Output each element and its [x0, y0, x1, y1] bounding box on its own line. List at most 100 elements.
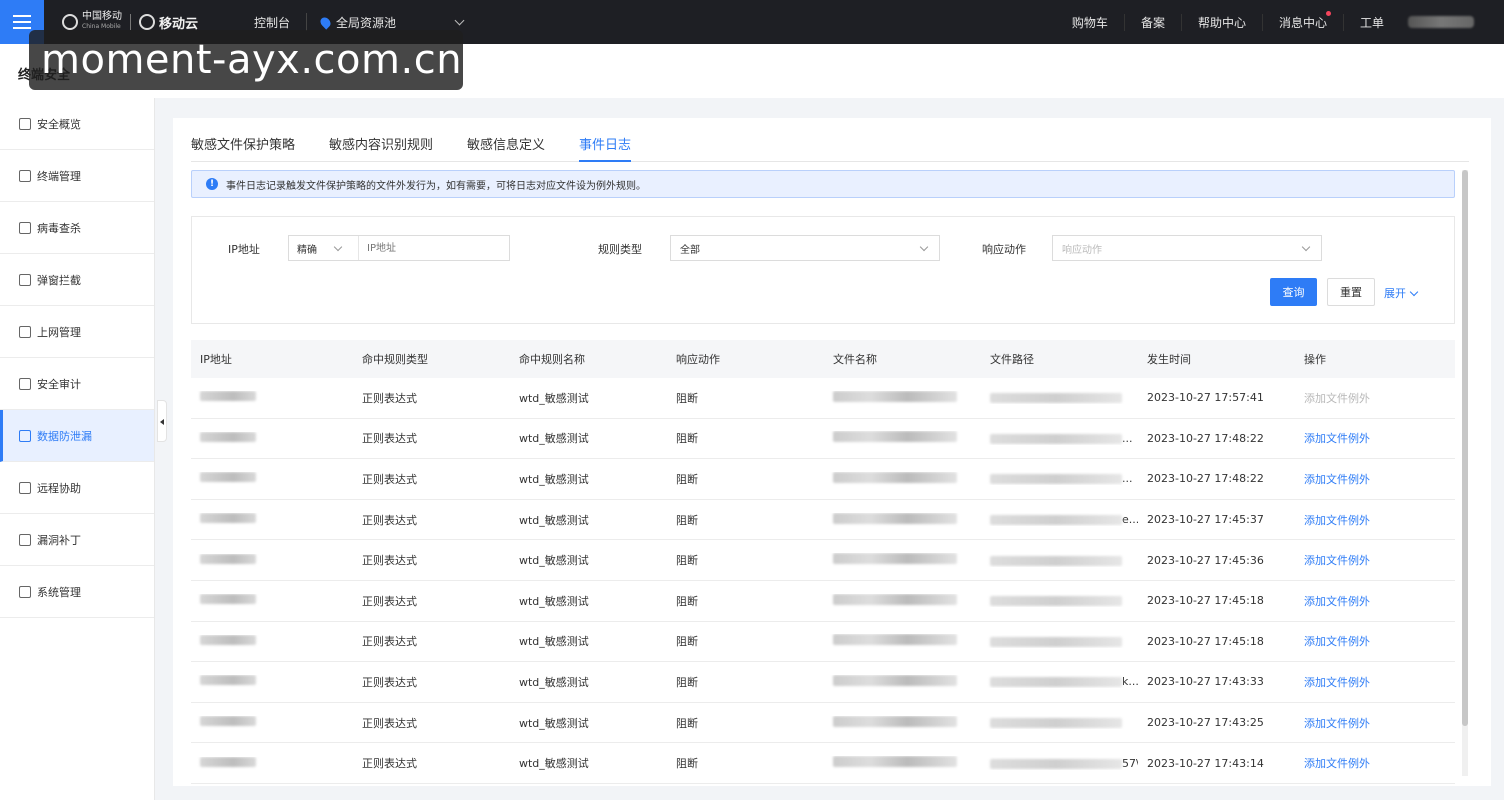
chevron-down-icon — [919, 242, 929, 251]
sidebar-item-terminal-management[interactable]: 终端管理 — [0, 150, 154, 202]
notice-text: 事件日志记录触发文件保护策略的文件外发行为，如有需要，可将日志对应文件设为例外规… — [226, 180, 646, 192]
operation-cell: 添加文件例外 — [1295, 390, 1455, 406]
event-log-table: IP地址 命中规则类型 命中规则名称 响应动作 文件名称 文件路径 发生时间 操… — [191, 340, 1455, 784]
sidebar-item-label: 终端管理 — [37, 169, 81, 183]
query-button[interactable]: 查询 — [1270, 278, 1317, 306]
message-center-link[interactable]: 消息中心 — [1261, 10, 1343, 31]
sidebar-item-label: 漏洞补丁 — [37, 533, 81, 547]
add-file-exception-link[interactable]: 添加文件例外 — [1304, 473, 1370, 486]
file-path-cell — [981, 594, 1138, 607]
file-name-cell — [824, 634, 981, 648]
ip-address-input[interactable] — [359, 237, 509, 259]
region-label: 全局资源池 — [336, 15, 397, 30]
time-cell: 2023-10-27 17:43:33 — [1147, 675, 1264, 689]
add-file-exception-link[interactable]: 添加文件例外 — [1304, 757, 1370, 770]
table-row: 正则表达式 wtd_敏感测试 阻断 2023-10-27 17:45:18 添加文件例外 — [191, 581, 1455, 622]
redacted-file-name — [833, 471, 957, 483]
add-file-exception-link[interactable]: 添加文件例外 — [1304, 514, 1370, 527]
file-path-cell: ... — [981, 472, 1138, 485]
sidebar-item-internet-management[interactable]: 上网管理 — [0, 306, 154, 358]
redacted-file-path — [990, 515, 1122, 526]
file-path-cell: ... — [981, 432, 1138, 445]
sidebar-item-remote-assistance[interactable]: 远程协助 — [0, 462, 154, 514]
cart-link[interactable]: 购物车 — [1056, 14, 1124, 31]
region-selector[interactable]: 全局资源池 — [307, 14, 477, 31]
help-center-link[interactable]: 帮助中心 — [1180, 13, 1262, 31]
add-file-exception-link[interactable]: 添加文件例外 — [1304, 432, 1370, 445]
table-row: 正则表达式 wtd_敏感测试 阻断 2023-10-27 17:57:41 添加文件例外 — [191, 378, 1455, 419]
sidebar-item-label: 弹窗拦截 — [37, 273, 81, 287]
file-name-cell — [824, 553, 981, 567]
terminal-icon — [19, 169, 31, 182]
scrollbar-thumb[interactable] — [1462, 170, 1468, 726]
tab-sensitive-file-policy[interactable]: 敏感文件保护策略 — [191, 132, 295, 162]
top-right-links: 购物车 备案 帮助中心 消息中心 工单 — [1056, 0, 1504, 44]
sidebar-item-vulnerability-patch[interactable]: 漏洞补丁 — [0, 514, 154, 566]
popup-icon — [19, 273, 31, 286]
console-link[interactable]: 控制台 — [238, 14, 306, 31]
column-header-action: 响应动作 — [676, 353, 720, 366]
file-name-cell — [824, 390, 981, 405]
redacted-ip — [200, 391, 256, 402]
tab-content-recognition-rules[interactable]: 敏感内容识别规则 — [329, 132, 433, 162]
response-action-select[interactable]: 响应动作 — [1052, 235, 1322, 261]
vertical-scrollbar[interactable] — [1462, 170, 1468, 776]
redacted-file-path — [990, 718, 1122, 729]
tab-event-log[interactable]: 事件日志 — [579, 132, 632, 162]
sidebar-item-popup-blocking[interactable]: 弹窗拦截 — [0, 254, 154, 306]
add-file-exception-link[interactable]: 添加文件例外 — [1304, 635, 1370, 648]
redacted-file-path — [990, 636, 1122, 647]
add-file-exception-link[interactable]: 添加文件例外 — [1304, 717, 1370, 730]
response-action-placeholder: 响应动作 — [1062, 244, 1102, 256]
file-path-suffix: k... — [1122, 675, 1138, 689]
rule-type-cell: 正则表达式 — [362, 757, 417, 771]
column-header-time: 发生时间 — [1147, 353, 1191, 366]
time-cell: 2023-10-27 17:45:18 — [1147, 634, 1264, 648]
rule-name-cell: wtd_敏感测试 — [519, 594, 589, 608]
china-mobile-logo-icon — [62, 14, 78, 30]
expand-filter-toggle[interactable]: 展开 — [1384, 285, 1419, 301]
time-cell: 2023-10-27 17:48:22 — [1147, 472, 1264, 486]
column-header-ip: IP地址 — [200, 353, 232, 366]
rule-type-cell: 正则表达式 — [362, 675, 417, 689]
redacted-file-path — [990, 596, 1122, 607]
sidebar-item-system-management[interactable]: 系统管理 — [0, 566, 154, 618]
rule-name-cell: wtd_敏感测试 — [519, 472, 589, 486]
filing-link[interactable]: 备案 — [1123, 13, 1181, 31]
sidebar-item-label: 安全概览 — [37, 117, 81, 131]
redacted-file-name — [833, 756, 957, 768]
ip-match-mode-value: 精确 — [297, 244, 317, 256]
rule-type-cell: 正则表达式 — [362, 716, 417, 730]
operation-cell: 添加文件例外 — [1295, 552, 1455, 568]
time-cell: 2023-10-27 17:48:22 — [1147, 431, 1264, 445]
ip-match-mode-select[interactable]: 精确 — [289, 236, 359, 260]
rule-type-select[interactable]: 全部 — [670, 235, 940, 261]
tab-sensitive-info-definition[interactable]: 敏感信息定义 — [467, 132, 545, 162]
add-file-exception-link[interactable]: 添加文件例外 — [1304, 676, 1370, 689]
add-file-exception-link[interactable]: 添加文件例外 — [1304, 554, 1370, 567]
user-account-menu[interactable] — [1408, 16, 1474, 28]
brand-logo[interactable]: 中国移动 China Mobile 移动云 — [62, 12, 198, 32]
sidebar-item-security-audit[interactable]: 安全审计 — [0, 358, 154, 410]
ticket-link[interactable]: 工单 — [1342, 13, 1400, 31]
sidebar-item-virus-scan[interactable]: 病毒查杀 — [0, 202, 154, 254]
tab-bar: 敏感文件保护策略 敏感内容识别规则 敏感信息定义 事件日志 — [191, 132, 1469, 162]
rule-type-cell: 正则表达式 — [362, 554, 417, 568]
ip-cell — [191, 716, 353, 729]
sidebar-item-label: 安全审计 — [37, 377, 81, 391]
redacted-file-name — [833, 634, 957, 646]
monitor-chart-icon — [19, 117, 31, 130]
reset-button[interactable]: 重置 — [1327, 278, 1375, 306]
sidebar-item-label: 病毒查杀 — [37, 221, 81, 235]
sidebar-item-security-overview[interactable]: 安全概览 — [0, 98, 154, 150]
action-cell: 阻断 — [676, 472, 698, 486]
location-pin-icon — [318, 14, 333, 30]
add-file-exception-link[interactable]: 添加文件例外 — [1304, 595, 1370, 608]
time-cell: 2023-10-27 17:57:41 — [1147, 391, 1264, 405]
ip-cell — [191, 634, 353, 648]
sidebar-item-data-leak-prevention[interactable]: 数据防泄漏 — [0, 410, 154, 462]
rule-name-cell: wtd_敏感测试 — [519, 757, 589, 771]
ip-filter-label: IP地址 — [228, 243, 260, 256]
sidebar-collapse-handle[interactable] — [157, 400, 167, 442]
file-path-cell — [981, 391, 1138, 404]
